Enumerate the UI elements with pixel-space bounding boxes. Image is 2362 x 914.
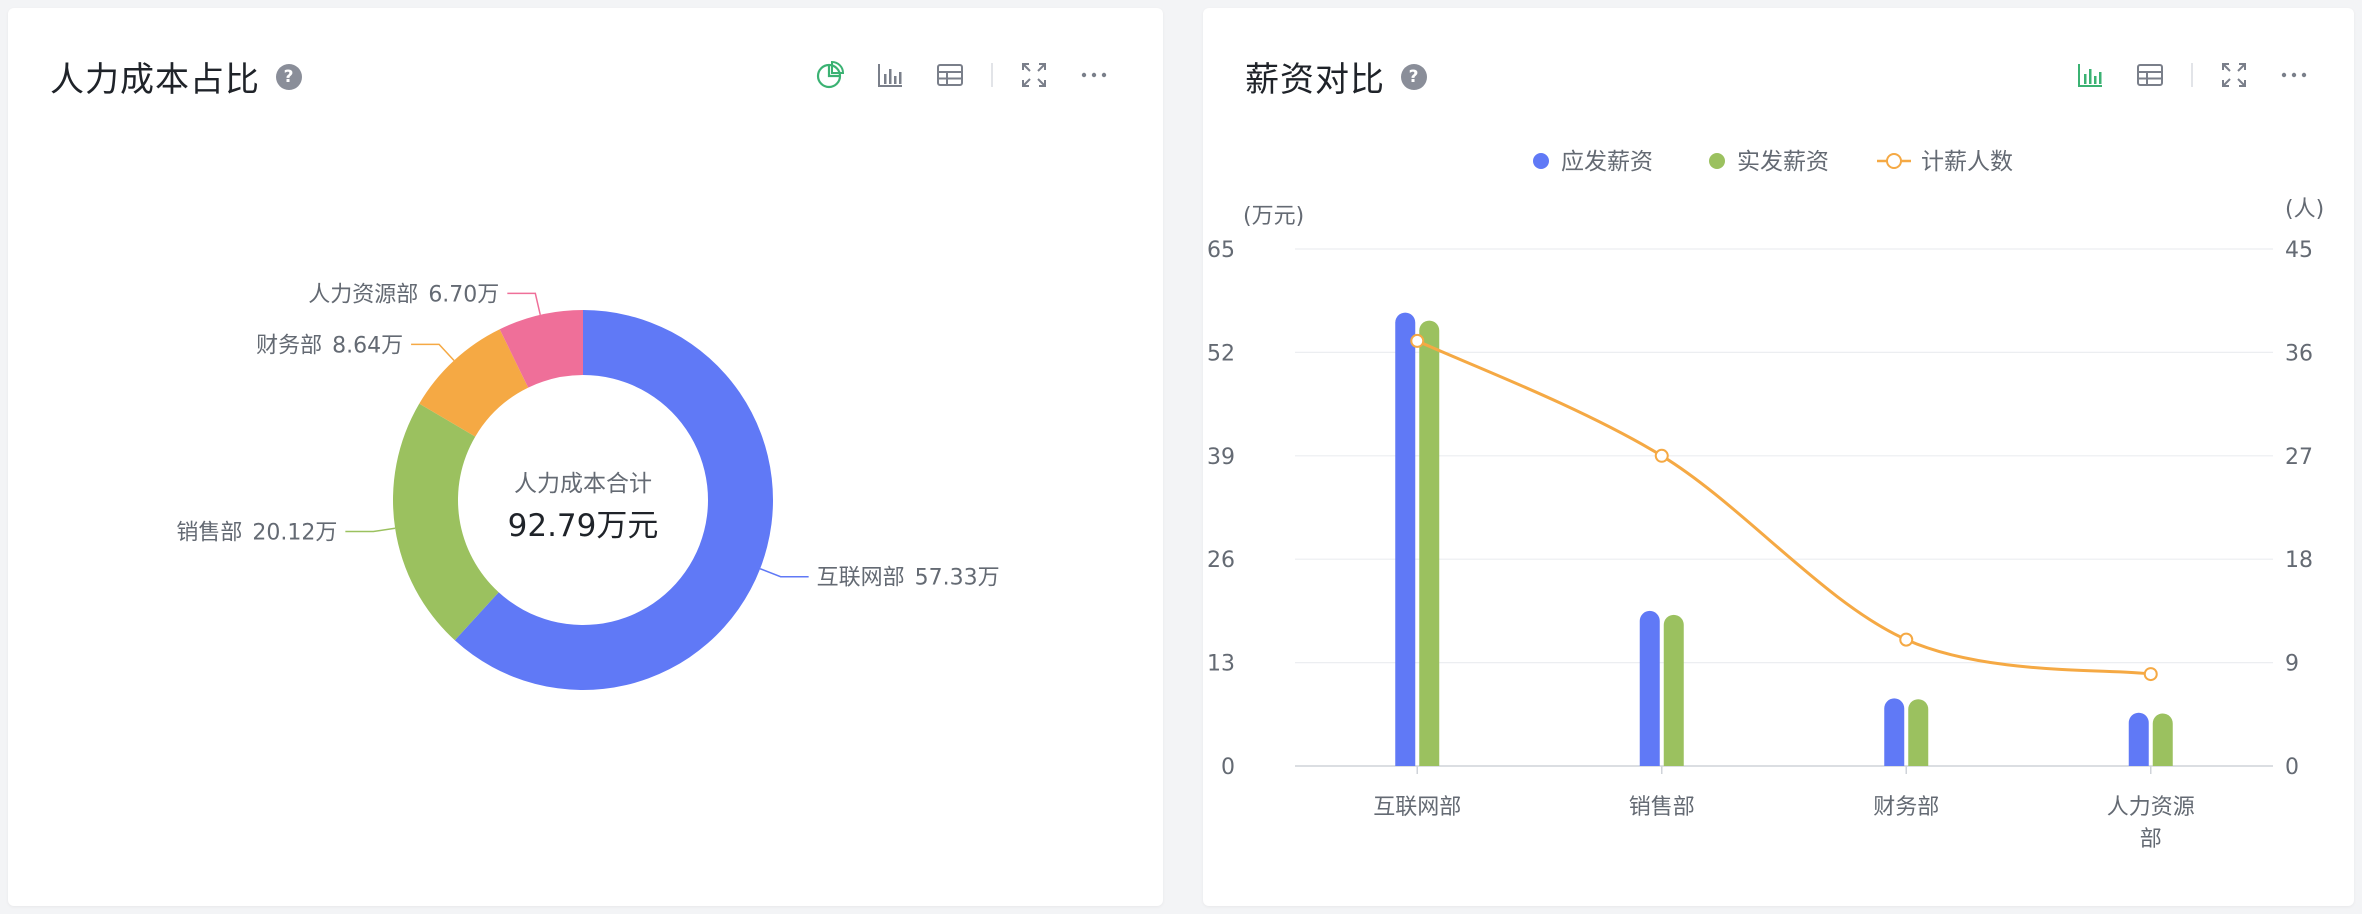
donut-slice-label: 互联网部 57.33万 [817, 566, 1000, 591]
x-tick-label: 互联网部 [1373, 795, 1461, 820]
line-point[interactable] [1899, 632, 1914, 647]
donut-leader-line [507, 292, 541, 316]
legend-item[interactable]: 应发薪资 [1533, 149, 1653, 175]
y-left-tick-label: 0 [1221, 755, 1235, 780]
bar[interactable] [1395, 312, 1416, 766]
bar[interactable] [1908, 699, 1929, 766]
legend-item[interactable]: 计薪人数 [1877, 149, 2013, 175]
y-left-tick-label: 13 [1207, 652, 1235, 677]
line-series [1416, 339, 2151, 676]
y-right-tick-label: 18 [2285, 548, 2313, 573]
y-right-unit: (人) [2285, 197, 2324, 222]
legend-label: 应发薪资 [1561, 149, 1653, 175]
donut-slice[interactable] [392, 403, 499, 641]
legend-marker [1709, 153, 1725, 169]
bar[interactable] [1639, 610, 1660, 766]
line-point[interactable] [1654, 448, 1669, 463]
combo-chart: 应发薪资 实发薪资 计薪人数 0 0 13 9 26 18 39 27 52 36 65 45 (万元) (人… [1207, 149, 2324, 852]
bar[interactable] [1884, 698, 1905, 766]
legend-marker [1886, 153, 1902, 169]
donut-slice-value: 20.12万 [252, 521, 337, 546]
donut-chart: 互联网部 57.33万 销售部 20.12万 财务部 8.64万 人力资源部 6.70万 人力… [176, 282, 1000, 690]
y-right-tick-label: 36 [2285, 341, 2313, 366]
donut-center-value: 92.79万元 [508, 508, 659, 544]
line-point[interactable] [2143, 667, 2158, 682]
y-right-tick-label: 9 [2285, 652, 2299, 677]
y-left-tick-label: 52 [1207, 341, 1235, 366]
donut-leader-line [411, 343, 455, 361]
legend-item[interactable]: 实发薪资 [1709, 149, 1829, 175]
donut-slice-name: 人力资源部 [308, 282, 418, 307]
bar[interactable] [2152, 713, 2173, 766]
donut-slice-label: 人力资源部 6.70万 [308, 282, 499, 307]
line-point[interactable] [1410, 333, 1425, 348]
bar[interactable] [1663, 614, 1684, 766]
y-right-tick-label: 45 [2285, 238, 2313, 263]
donut-slice-value: 8.64万 [332, 333, 403, 358]
donut-slice-name: 财务部 [256, 333, 322, 358]
x-tick-label: 财务部 [1873, 795, 1939, 820]
donut-slice-name: 互联网部 [817, 566, 905, 591]
y-right-tick-label: 27 [2285, 445, 2313, 470]
x-tick-label: 销售部 [1629, 795, 1695, 820]
donut-center-label: 人力成本合计 [514, 471, 652, 497]
donut-slice-value: 6.70万 [428, 282, 499, 307]
cost-share-card: 人力成本占比 ? 互联网部 57.33万 销售部 20.12万 财务部 8.64万 人力资源… [8, 8, 1163, 906]
donut-leader-line [345, 527, 396, 533]
y-left-tick-label: 39 [1207, 445, 1235, 470]
donut-slice-value: 57.33万 [915, 566, 1000, 591]
donut-slice-name: 销售部 [176, 521, 242, 546]
bar[interactable] [2128, 712, 2149, 766]
y-left-tick-label: 65 [1207, 238, 1235, 263]
y-right-tick-label: 0 [2285, 755, 2299, 780]
bar[interactable] [1419, 320, 1440, 766]
y-left-tick-label: 26 [1207, 548, 1235, 573]
legend-label: 实发薪资 [1737, 149, 1829, 175]
legend-label: 计薪人数 [1921, 149, 2013, 175]
y-left-unit: (万元) [1243, 204, 1304, 229]
donut-slice-label: 财务部 8.64万 [256, 333, 403, 358]
salary-compare-card: 薪资对比 ? 应发薪资 实发薪资 计薪人数 0 0 13 9 26 18 39 27 52 36 65 4… [1203, 8, 2354, 906]
donut-leader-line [759, 568, 809, 578]
x-tick-label: 人力资源部 [2107, 795, 2195, 852]
legend-marker [1533, 153, 1549, 169]
donut-slice-label: 销售部 20.12万 [176, 521, 337, 546]
